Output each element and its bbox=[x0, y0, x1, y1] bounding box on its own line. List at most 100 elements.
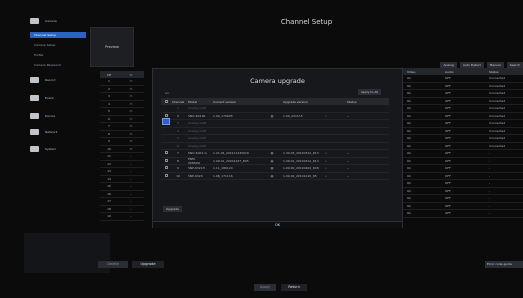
row-checkbox[interactable] bbox=[164, 113, 168, 117]
table-row[interactable]: 12 – bbox=[100, 161, 144, 168]
sidebar-item-record[interactable]: Record bbox=[24, 77, 88, 83]
table-row[interactable]: 5 ▭ bbox=[100, 108, 144, 116]
table-row[interactable]: On OFF Connected bbox=[403, 143, 523, 150]
table-row[interactable]: On OFF - bbox=[403, 210, 523, 218]
status-table: Video Audio Status On OFF Connected On OFF Co… bbox=[403, 68, 523, 218]
table-row[interactable]: 4 ▭ bbox=[100, 101, 144, 108]
table-row[interactable]: 11 – bbox=[100, 153, 144, 161]
table-row[interactable]: 17 – bbox=[100, 198, 144, 206]
table-row[interactable]: 16 – bbox=[100, 191, 144, 198]
row-checkbox[interactable] bbox=[164, 166, 168, 170]
row-checkbox[interactable] bbox=[164, 151, 168, 155]
list-icon[interactable]: ▤ bbox=[267, 151, 277, 155]
table-row[interactable]: 3 ▭ bbox=[100, 93, 144, 101]
channel-number: 11 bbox=[107, 154, 111, 159]
table-row[interactable]: 18 – bbox=[100, 206, 144, 213]
list-icon[interactable]: ▤ bbox=[267, 174, 277, 178]
channel-number: 9 bbox=[108, 139, 110, 144]
sidebar-item-device[interactable]: Device bbox=[24, 113, 88, 119]
table-row[interactable]: 1 ▭ bbox=[100, 78, 144, 86]
table-row: 3 Analog CAM bbox=[161, 120, 389, 128]
audio-cell: OFF bbox=[445, 113, 451, 118]
sidebar-item-system[interactable]: System bbox=[24, 146, 88, 152]
apply-to-all-button[interactable]: Apply to All bbox=[358, 89, 382, 95]
audio-cell: OFF bbox=[445, 106, 451, 111]
search-icon[interactable]: ⌕ bbox=[321, 166, 331, 170]
table-row[interactable]: On OFF Connected bbox=[403, 83, 523, 90]
search-icon[interactable]: ⌕ bbox=[321, 174, 331, 178]
status-cell: Connected bbox=[489, 76, 506, 81]
upgrade-version-cell: 1.09.01_20190312_R13 bbox=[283, 158, 319, 163]
table-row[interactable]: On OFF Connected bbox=[403, 135, 523, 143]
sidebar-subitem-camera-password[interactable]: Camera Password bbox=[34, 63, 61, 67]
table-row[interactable]: 8 ▭ bbox=[100, 131, 144, 138]
table-row[interactable]: 14 – bbox=[100, 176, 144, 183]
table-row[interactable]: 13 – bbox=[100, 168, 144, 176]
apply-button[interactable]: Apply bbox=[254, 284, 276, 291]
table-row[interactable]: On OFF Connected bbox=[403, 90, 523, 98]
table-row[interactable]: 9 SNP-6321H 1.11_180124 ▤ 1.09.00_20190204_R… bbox=[161, 165, 389, 173]
table-row[interactable]: 10 SNP-6320 1.06_171116 ▤ 1.09.02_20191210_R… bbox=[161, 173, 389, 180]
audio-cell: OFF bbox=[445, 128, 451, 133]
table-row[interactable]: On OFF - bbox=[403, 173, 523, 180]
selected-row-checkbox[interactable] bbox=[162, 118, 170, 125]
table-row[interactable]: On OFF - bbox=[403, 150, 523, 158]
ok-button[interactable]: OK bbox=[153, 221, 402, 228]
upgrade-table-header: Channel Model Current version Upgrade ve… bbox=[161, 98, 389, 105]
video-cell: On bbox=[407, 143, 412, 148]
table-row[interactable]: On OFF Connected bbox=[403, 113, 523, 120]
row-checkbox[interactable] bbox=[164, 173, 168, 177]
table-row[interactable]: On OFF Connected bbox=[403, 75, 523, 83]
table-row[interactable]: On OFF - bbox=[403, 195, 523, 203]
page-title: Channel Setup bbox=[280, 18, 333, 26]
list-icon[interactable]: ▤ bbox=[267, 159, 277, 163]
sidebar-subitem-camera-setup[interactable]: Camera Setup bbox=[34, 43, 55, 47]
table-row[interactable]: 2 ▭ bbox=[100, 86, 144, 93]
status-cell: Connected bbox=[489, 121, 506, 126]
table-row[interactable]: On OFF - bbox=[403, 188, 523, 195]
table-row[interactable]: On OFF - bbox=[403, 158, 523, 165]
return-button[interactable]: Return bbox=[281, 284, 307, 291]
sidebar-subitem-profile[interactable]: Profile bbox=[34, 53, 43, 57]
error-code-guide-button[interactable]: Error code guide bbox=[485, 261, 523, 268]
channel-cell: 1 bbox=[177, 106, 179, 111]
list-icon[interactable]: ▤ bbox=[267, 114, 277, 118]
sidebar-item-camera[interactable]: Camera bbox=[24, 18, 88, 24]
sidebar-item-network[interactable]: Network bbox=[24, 129, 88, 135]
audio-cell: OFF bbox=[445, 196, 451, 201]
select-all-checkbox[interactable] bbox=[164, 99, 168, 103]
upgrade-open-button[interactable]: Upgrade bbox=[132, 261, 164, 268]
channel-number: 10 bbox=[107, 146, 111, 151]
table-row[interactable]: On OFF Connected bbox=[403, 98, 523, 105]
search-icon[interactable]: ⌕ bbox=[321, 159, 331, 163]
table-row[interactable]: 19 – bbox=[100, 213, 144, 221]
search-icon[interactable]: ⌕ bbox=[321, 114, 331, 118]
table-row[interactable]: 10 ▭ bbox=[100, 146, 144, 153]
table-row[interactable]: 2 SNO-6011R 1.00_170605 ▤ 1.00_221115 ⌕ -- bbox=[161, 113, 389, 120]
search-icon[interactable]: ⌕ bbox=[321, 151, 331, 155]
status-cell: - bbox=[489, 188, 491, 193]
table-row[interactable]: On OFF - bbox=[403, 203, 523, 210]
channel-number: 2 bbox=[108, 86, 110, 91]
sidebar-subitem-channel-setup[interactable]: Channel Setup bbox=[30, 32, 86, 38]
table-row[interactable]: On OFF Connected bbox=[403, 105, 523, 113]
status-cell: - bbox=[489, 151, 491, 156]
audio-cell: OFF bbox=[445, 203, 451, 208]
channel-table-header: CH ▭ bbox=[100, 71, 144, 78]
channel-table: CH ▭ 1 ▭ 2 ▭ 3 ▭ 4 ▭ 5 ▭ 6 ▭ 7 ▭ 8 ▭ 9 ▭ 10 ▭ 11–12–13–14–15… bbox=[100, 71, 144, 221]
table-row[interactable]: 8 PNM-9085RQ 1.09.01_20201247_R45 ▤ 1.09.01_… bbox=[161, 157, 389, 165]
table-row[interactable]: On OFF - bbox=[403, 165, 523, 173]
row-checkbox[interactable] bbox=[164, 158, 168, 162]
delete-button[interactable]: Delete bbox=[98, 261, 128, 268]
table-row[interactable]: On OFF Connected bbox=[403, 128, 523, 135]
table-row[interactable]: 6 ▭ bbox=[100, 116, 144, 123]
table-row[interactable]: On OFF - bbox=[403, 180, 523, 188]
list-icon[interactable]: ▤ bbox=[267, 166, 277, 170]
upgrade-button[interactable]: Upgrade bbox=[163, 206, 182, 212]
table-row[interactable]: 9 ▭ bbox=[100, 138, 144, 146]
table-row[interactable]: 15 – bbox=[100, 183, 144, 191]
sidebar-item-event[interactable]: Event bbox=[24, 95, 88, 101]
status-cell: Connected bbox=[489, 128, 506, 133]
table-row[interactable]: 7 ▭ bbox=[100, 123, 144, 131]
table-row[interactable]: On OFF Connected bbox=[403, 120, 523, 128]
